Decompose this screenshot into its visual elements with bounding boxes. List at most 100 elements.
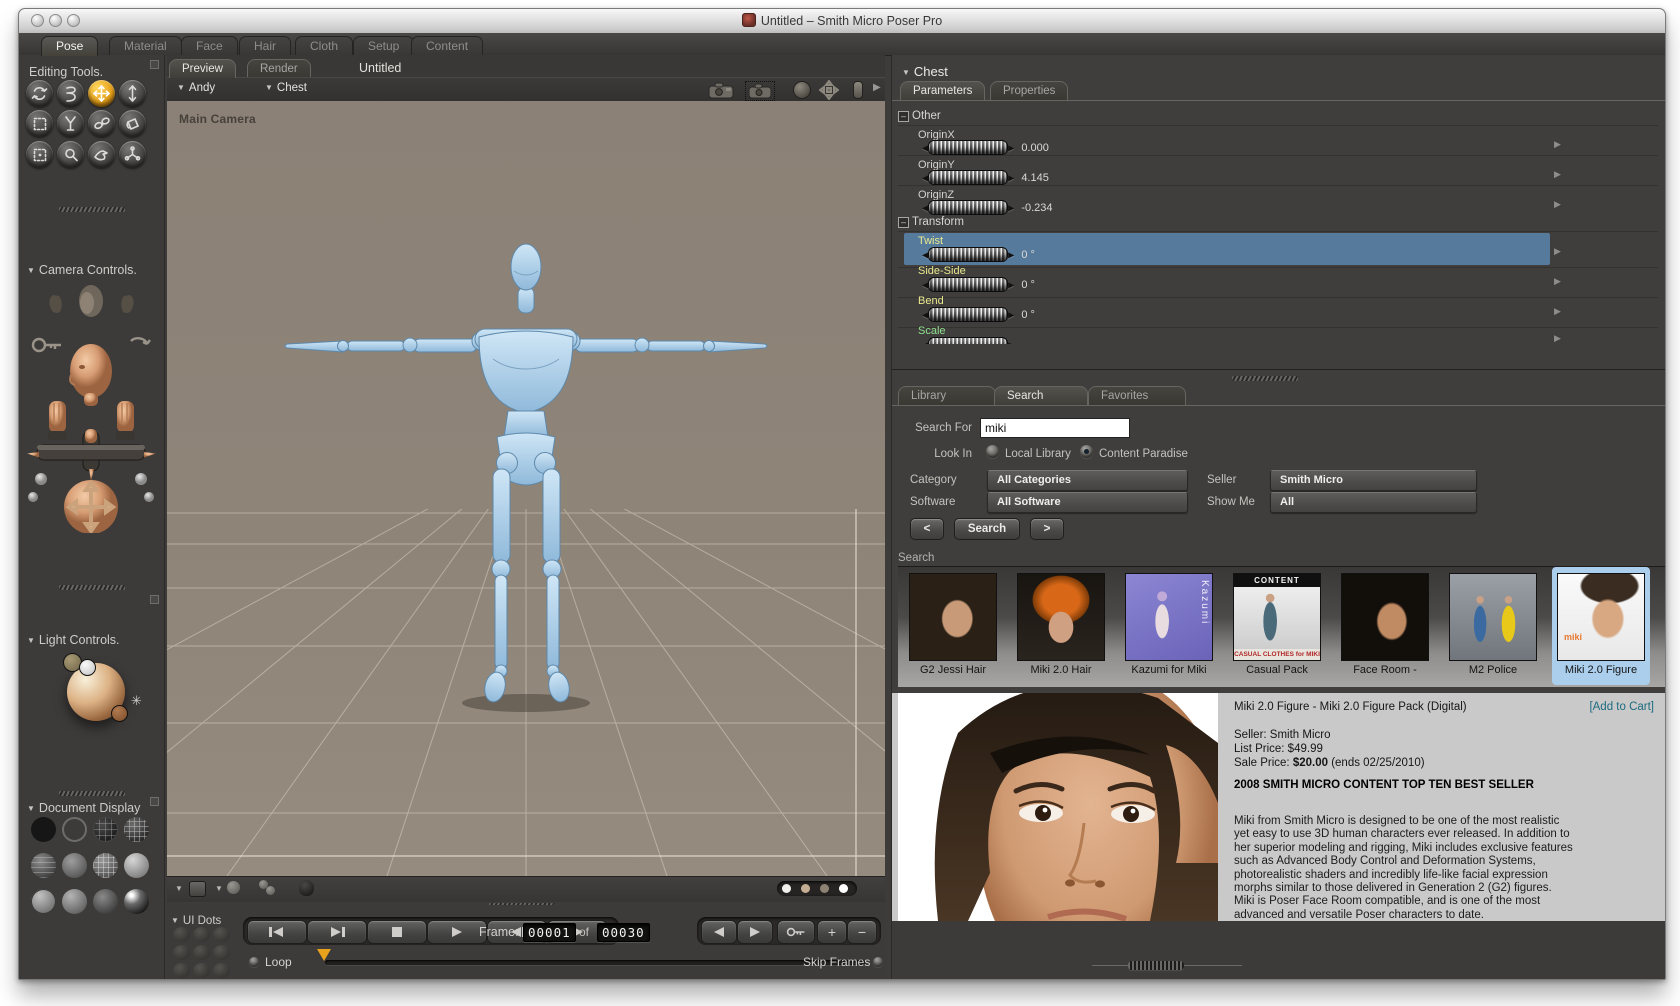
thumbnail-image[interactable] [1449,573,1537,661]
display-mode-silhouette[interactable] [31,817,56,842]
tool-twist[interactable] [57,80,84,107]
panel-splitter[interactable] [59,791,125,796]
edit-keyframes-button[interactable] [777,920,815,944]
collapse-triangle-icon[interactable]: ▼ [171,916,179,925]
param-value[interactable]: 0 ° [1021,249,1035,261]
search-button[interactable]: Search [954,518,1020,540]
title-bar[interactable]: Untitled – Smith Micro Poser Pro [19,9,1665,34]
next-page-button[interactable]: > [1030,518,1064,540]
param-options-arrow-icon[interactable]: ▶ [1554,199,1561,210]
param-dial[interactable] [928,200,1009,216]
panel-splitter[interactable] [1232,376,1298,381]
show-me-dropdown[interactable]: All [1270,492,1477,513]
delete-keyframe-button[interactable]: − [847,920,877,944]
display-mode-hidden-line[interactable] [124,817,149,842]
search-input[interactable] [980,418,1130,438]
param-options-arrow-icon[interactable]: ▶ [1554,306,1561,317]
radio-content-paradise-label[interactable]: Content Paradise [1099,448,1188,460]
footer-menu-triangle-icon[interactable]: ▼ [175,884,183,893]
param-options-arrow-icon[interactable]: ▶ [1554,276,1561,287]
display-mode-outline[interactable] [62,817,87,842]
first-frame-button[interactable] [247,920,307,944]
result-item[interactable]: M2 Police [1446,569,1540,683]
last-frame-button[interactable] [307,920,367,944]
footer-dark-sphere-button[interactable] [299,880,314,896]
param-options-arrow-icon[interactable]: ▶ [1554,333,1561,344]
panel-splitter[interactable] [59,585,125,590]
tab-preview[interactable]: Preview [169,59,236,78]
tool-morphing[interactable] [88,141,115,168]
ui-dot-button[interactable] [193,945,210,960]
footer-menu-triangle-icon[interactable]: ▼ [215,884,223,893]
display-mode-flat-lined[interactable] [93,853,118,878]
radio-local-library-label[interactable]: Local Library [1005,448,1071,460]
ui-dot-button[interactable] [173,927,190,942]
light-brightness-icon[interactable]: ✳ [131,693,142,709]
panel-handle-icon[interactable] [150,595,159,604]
param-options-arrow-icon[interactable]: ▶ [1554,246,1561,257]
result-item[interactable]: CONTENT CASUAL CLOTHES for MIKI Casual P… [1230,569,1324,683]
trackball-icon[interactable] [793,81,811,99]
ui-dot-button[interactable] [193,927,210,942]
param-options-arrow-icon[interactable]: ▶ [1554,139,1561,150]
actor-title[interactable]: ▼ Chest [902,63,948,81]
thumbnail-image[interactable] [1017,573,1105,661]
frame-current[interactable]: 00001 [523,923,576,942]
display-style-pill[interactable] [777,881,857,896]
param-dial[interactable] [928,170,1009,186]
param-dial[interactable] [928,140,1009,156]
add-keyframe-button[interactable]: + [817,920,847,944]
next-keyframe-button[interactable] [737,920,773,944]
tab-parameters[interactable]: Parameters [900,81,986,100]
collapse-triangle-icon[interactable]: ▼ [27,266,35,275]
tab-pose[interactable]: Pose [41,36,99,56]
light-indicator[interactable] [111,705,128,722]
display-mode-wireframe[interactable] [93,817,118,842]
ui-dot-button[interactable] [213,963,230,978]
display-mode-smooth-lined[interactable] [31,889,56,914]
seller-dropdown[interactable]: Smith Micro [1270,470,1477,491]
thumbnail-image[interactable]: CONTENT CASUAL CLOTHES for MIKI [1233,573,1321,661]
prev-page-button[interactable]: < [910,518,944,540]
result-item[interactable]: Kazumi Kazumi for Miki [1122,569,1216,683]
tool-taper[interactable] [57,110,84,137]
tab-setup[interactable]: Setup [353,36,415,56]
tool-grouping[interactable] [26,141,53,168]
tab-properties[interactable]: Properties [990,81,1069,100]
category-dropdown[interactable]: All Categories [987,470,1188,491]
tool-chain-break[interactable] [88,110,115,137]
camera-flyaround-icon[interactable] [707,81,735,99]
group-collapse-box[interactable]: – [898,217,909,228]
tool-scale[interactable] [26,110,53,137]
tool-direct-manipulation[interactable] [119,141,146,168]
light-indicator[interactable] [79,659,96,676]
group-collapse-box[interactable]: – [898,111,909,122]
param-dial[interactable] [928,307,1009,323]
panel-resize-grip[interactable] [1128,961,1184,970]
product-image[interactable] [898,693,1218,921]
tab-face[interactable]: Face [181,36,238,56]
tab-cloth[interactable]: Cloth [295,36,354,56]
camera-bank-icon[interactable] [853,81,863,99]
param-value[interactable]: 0 ° [1021,309,1035,321]
display-mode-cartoon-lined[interactable] [93,889,118,914]
previous-keyframe-button[interactable] [701,920,737,944]
footer-multisphere-button[interactable] [266,886,275,895]
camera-select-icon[interactable] [745,81,775,101]
display-mode-smooth-shaded[interactable] [124,853,149,878]
tab-render[interactable]: Render [247,59,311,78]
figure-menu[interactable]: ▼ Andy [177,82,215,94]
footer-sphere-button[interactable] [227,881,240,894]
thumbnail-image[interactable]: Kazumi [1125,573,1213,661]
play-button[interactable] [427,920,487,944]
tab-hair[interactable]: Hair [239,36,292,56]
result-item[interactable]: G2 Jessi Hair [906,569,1000,683]
param-dial[interactable] [928,277,1009,293]
display-mode-texture-shaded[interactable] [124,889,149,914]
ui-dot-button[interactable] [213,945,230,960]
stop-button[interactable] [367,920,427,944]
actor-menu[interactable]: ▼ Chest [265,82,307,94]
add-to-cart-link[interactable]: [Add to Cart] [1589,701,1654,713]
display-mode-cartoon[interactable] [62,889,87,914]
tool-view-magnifier[interactable] [57,141,84,168]
